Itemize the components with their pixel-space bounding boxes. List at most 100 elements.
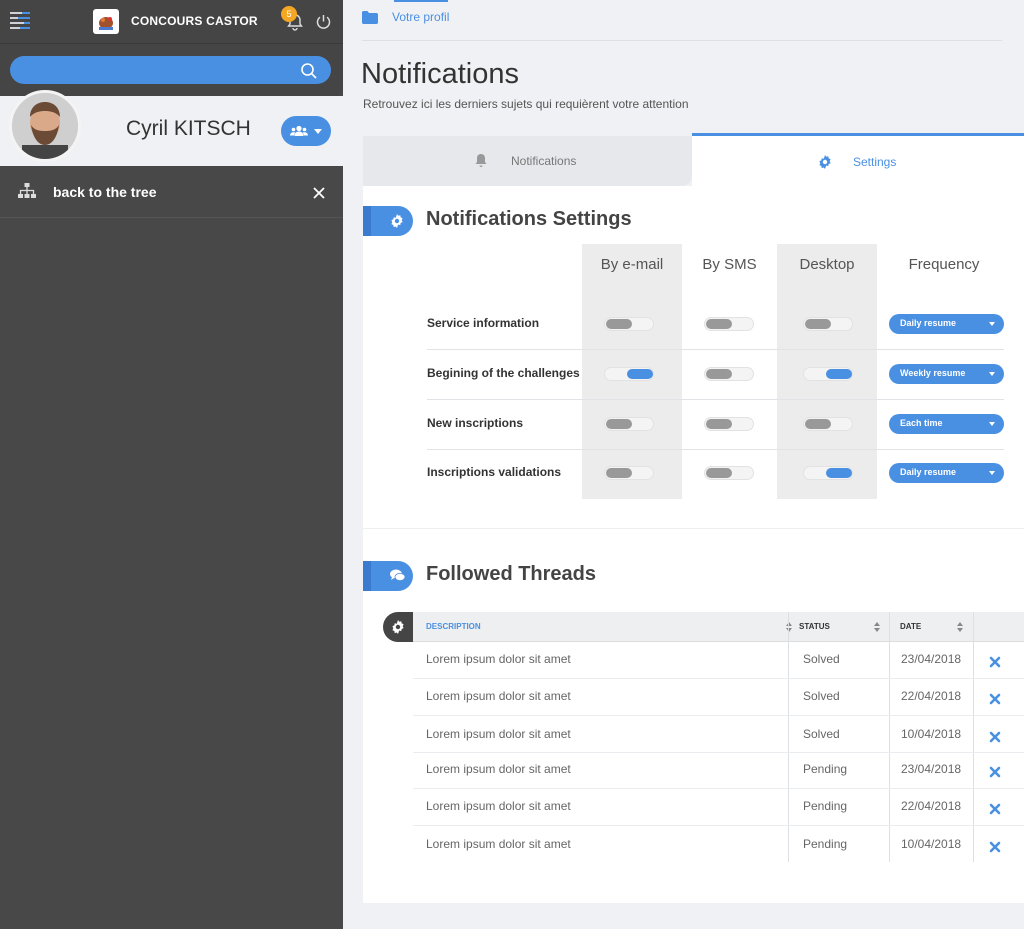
desktop-toggle[interactable] [803,466,853,480]
email-toggle[interactable] [604,367,654,381]
search-icon[interactable] [300,62,318,80]
sms-toggle[interactable] [704,417,754,431]
caret-down-icon [989,372,995,376]
delete-icon[interactable] [989,728,1001,743]
toggle-knob [706,319,732,329]
avatar[interactable] [9,90,81,162]
breadcrumb[interactable]: Votre profil [362,10,449,24]
notification-badge: 5 [281,6,297,22]
thread-description: Lorem ipsum dolor sit amet [426,652,571,666]
header-date[interactable]: DATE [900,612,972,642]
settings-row-label: Service information [427,316,540,330]
user-name: Cyril KITSCH [126,117,251,140]
thread-date: 22/04/2018 [901,689,962,703]
frequency-select[interactable]: Daily resume [889,463,1004,483]
caret-down-icon [989,422,995,426]
header-status[interactable]: STATUS [799,612,889,642]
thread-status: Pending [803,762,848,776]
delete-icon[interactable] [989,800,1001,815]
search-bar [0,44,343,96]
delete-icon[interactable] [989,653,1001,668]
thread-date: 23/04/2018 [901,652,962,666]
row-divider [413,825,1024,826]
column-header-desktop: Desktop [799,256,855,273]
users-icon [290,125,308,136]
menu-icon[interactable] [10,12,30,30]
user-profile: Cyril KITSCH [0,90,343,166]
divider [362,40,1002,41]
header-status-label: STATUS [799,622,830,631]
desktop-toggle[interactable] [803,317,853,331]
thread-description: Lorem ipsum dolor sit amet [426,799,571,813]
thread-description: Lorem ipsum dolor sit amet [426,727,571,741]
side-navigation: back to the tree [0,166,343,929]
tab-settings-label: Settings [853,155,897,169]
chevron-down-icon [314,128,322,134]
back-to-tree-link[interactable]: back to the tree [0,166,343,218]
beaver-logo-icon[interactable] [93,9,119,34]
row-divider [413,715,1024,716]
gear-icon [391,214,403,228]
breadcrumb-label: Votre profil [392,10,450,24]
user-group-dropdown[interactable] [281,116,331,146]
threads-section-title: Followed Threads [426,563,597,585]
desktop-toggle[interactable] [803,367,853,381]
sms-toggle[interactable] [704,367,754,381]
table-settings-button[interactable] [383,612,413,642]
toggle-knob [606,319,632,329]
close-icon[interactable] [312,185,326,199]
column-header-frequency: Frequency [908,256,980,273]
search-input[interactable] [10,56,331,84]
tab-settings[interactable]: Settings [692,133,1024,186]
top-bar: CONCOURS CASTOR 5 [0,0,343,44]
settings-section-icon [363,206,413,236]
sitemap-icon [18,183,36,199]
delete-icon[interactable] [989,838,1001,853]
tab-notifications[interactable]: Notifications [363,136,692,186]
settings-row-label: Begining of the challenges [427,366,580,380]
row-divider [427,349,1004,350]
row-divider [413,788,1024,789]
email-toggle[interactable] [604,466,654,480]
frequency-value: Each time [900,418,943,428]
thread-status: Pending [803,799,848,813]
delete-icon[interactable] [989,690,1001,705]
header-description[interactable]: DESCRIPTION [426,612,801,642]
toggle-knob [805,319,831,329]
power-icon[interactable] [315,13,332,30]
frequency-select[interactable]: Each time [889,414,1004,434]
row-divider [427,449,1004,450]
brand-name: CONCOURS CASTOR [131,14,258,28]
gear-icon [392,620,404,634]
header-description-label: DESCRIPTION [426,622,481,631]
toggle-knob [805,419,831,429]
delete-icon[interactable] [989,763,1001,778]
desktop-toggle[interactable] [803,417,853,431]
thread-description: Lorem ipsum dolor sit amet [426,837,571,851]
sidebar: CONCOURS CASTOR 5 Cyril KITSCH back to t… [0,0,343,929]
tab-notifications-label: Notifications [511,154,577,168]
thread-description: Lorem ipsum dolor sit amet [426,689,571,703]
caret-down-icon [989,322,995,326]
email-toggle[interactable] [604,317,654,331]
caret-down-icon [989,471,995,475]
frequency-select[interactable]: Daily resume [889,314,1004,334]
column-header-email: By e-mail [600,256,664,273]
frequency-value: Weekly resume [900,368,966,378]
thread-date: 10/04/2018 [901,837,962,851]
email-toggle[interactable] [604,417,654,431]
settings-row-label: New inscriptions [427,416,524,430]
bell-icon [474,153,488,168]
column-header-sms: By SMS [702,256,757,273]
thread-description: Lorem ipsum dolor sit amet [426,762,571,776]
page-subtitle: Retrouvez ici les derniers sujets qui re… [363,97,689,111]
sort-icon [874,622,880,632]
thread-date: 23/04/2018 [901,762,962,776]
sms-toggle[interactable] [704,466,754,480]
sort-icon [786,622,792,632]
frequency-select[interactable]: Weekly resume [889,364,1004,384]
toggle-knob [826,369,852,379]
toggle-knob [606,419,632,429]
sms-toggle[interactable] [704,317,754,331]
toggle-knob [706,369,732,379]
